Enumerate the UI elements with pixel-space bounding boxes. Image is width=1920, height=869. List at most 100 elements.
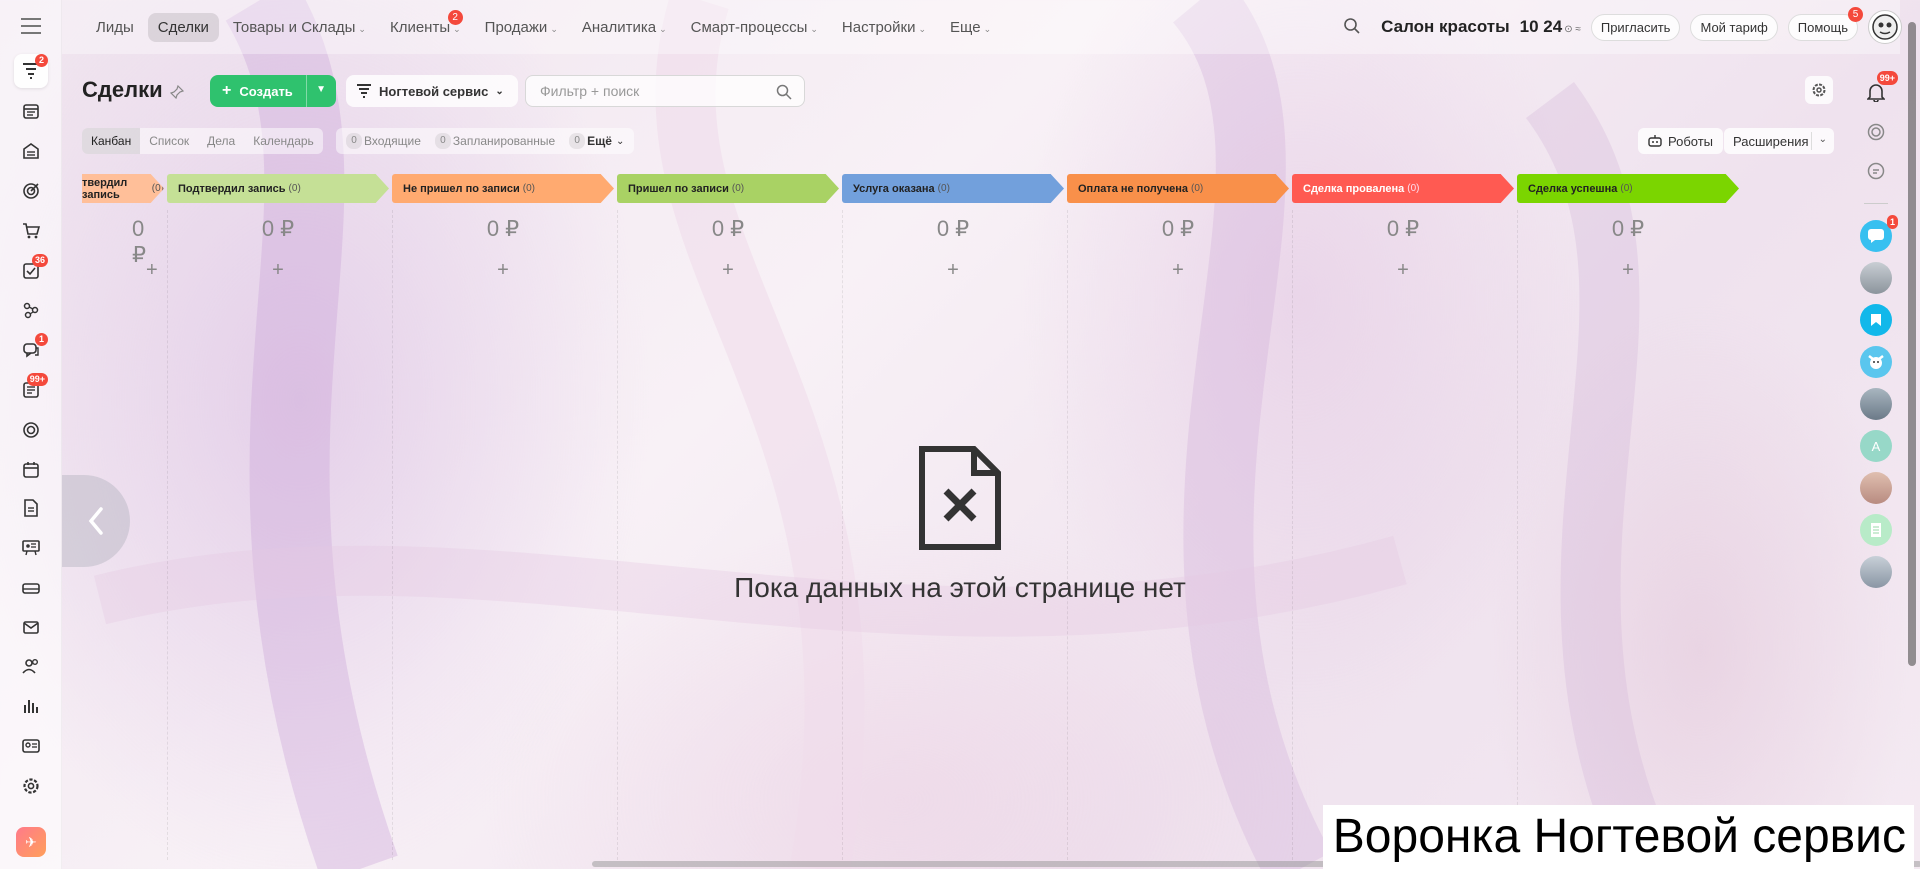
sidebar-item-drive[interactable] bbox=[14, 571, 48, 605]
target-icon bbox=[23, 183, 39, 199]
counter-item[interactable]: 0 Запланированные bbox=[434, 133, 565, 149]
robots-label: Роботы bbox=[1668, 133, 1714, 149]
contact-avatar[interactable]: A bbox=[1860, 430, 1892, 462]
company-name[interactable]: Салон красоты bbox=[1381, 17, 1510, 37]
nav-item-4[interactable]: Продажи ⌄ bbox=[475, 13, 568, 42]
chevron-down-icon: ⌄ bbox=[453, 23, 461, 34]
add-deal-button[interactable]: + bbox=[842, 259, 1064, 282]
notifications-bell-icon[interactable]: 99+ bbox=[1860, 71, 1898, 108]
search-icon[interactable] bbox=[1343, 17, 1361, 38]
sidebar-item-document[interactable] bbox=[14, 491, 48, 525]
presentation-icon bbox=[22, 540, 40, 556]
add-deal-button[interactable]: + bbox=[617, 259, 839, 282]
nav-item-8[interactable]: Еще ⌄ bbox=[940, 13, 1001, 42]
nav-item-5[interactable]: Аналитика ⌄ bbox=[572, 13, 677, 42]
sidebar-item-presentation[interactable] bbox=[14, 531, 48, 565]
robots-button[interactable]: Роботы bbox=[1638, 128, 1724, 154]
sidebar-item-id-card[interactable] bbox=[14, 729, 48, 763]
stage-header[interactable]: твердил запись (0) bbox=[82, 174, 164, 203]
my-tariff-button[interactable]: Мой тариф bbox=[1690, 13, 1778, 41]
counter-value: 0 bbox=[346, 133, 362, 149]
sidebar-item-gear[interactable] bbox=[14, 769, 48, 803]
help-button[interactable]: Помощь 5 bbox=[1787, 6, 1863, 41]
sidebar-item-tasks[interactable]: 36 bbox=[14, 254, 48, 288]
add-deal-button[interactable]: + bbox=[1517, 259, 1739, 282]
stage-header[interactable]: Пришел по записи (0) bbox=[617, 174, 839, 203]
search-icon[interactable] bbox=[776, 84, 792, 100]
stage-sum: 0 ₽ bbox=[1386, 216, 1420, 241]
contact-avatar[interactable] bbox=[1860, 388, 1892, 420]
sidebar-item-cart[interactable] bbox=[14, 214, 48, 248]
extensions-button[interactable]: Расширения ⌄ bbox=[1724, 128, 1834, 154]
chevron-down-icon[interactable]: ▼ bbox=[316, 84, 326, 95]
contact-avatar[interactable] bbox=[1860, 472, 1892, 504]
sidebar-badge: 1 bbox=[35, 333, 48, 346]
counter-value: 0 bbox=[569, 133, 586, 149]
add-deal-button[interactable]: + bbox=[167, 259, 389, 282]
sidebar-item-funnel[interactable]: 2 bbox=[14, 54, 48, 88]
funnel-icon bbox=[357, 84, 371, 98]
chevron-down-icon: ⌄ bbox=[810, 23, 818, 34]
sidebar-item-lifebuoy[interactable] bbox=[14, 413, 48, 447]
sidebar-item-calendar[interactable] bbox=[14, 453, 48, 487]
stage-header[interactable]: Сделка успешна (0) bbox=[1517, 174, 1739, 203]
chevron-down-icon[interactable]: ⌄ bbox=[1819, 134, 1827, 145]
pin-icon[interactable] bbox=[170, 85, 184, 99]
counter-item[interactable]: 0 Ещё ⌄ bbox=[569, 133, 624, 149]
extensions-label: Расширения bbox=[1733, 133, 1809, 149]
sidebar-item-contacts[interactable] bbox=[14, 649, 48, 683]
nav-item-7[interactable]: Настройки ⌄ bbox=[832, 13, 936, 42]
stage-header[interactable]: Подтвердил запись (0) bbox=[167, 174, 389, 203]
sidebar-item-chat[interactable]: 1 bbox=[14, 333, 48, 367]
stage-header[interactable]: Услуга оказана (0) bbox=[842, 174, 1064, 203]
add-deal-button[interactable]: + bbox=[1292, 259, 1514, 282]
invite-button[interactable]: Пригласить bbox=[1590, 13, 1681, 41]
nav-item-2[interactable]: Товары и Склады ⌄ bbox=[223, 13, 376, 42]
nav-item-1[interactable]: Сделки bbox=[147, 12, 219, 42]
add-deal-button[interactable]: + bbox=[82, 259, 164, 282]
create-button[interactable]: + Создать ▼ bbox=[210, 75, 336, 107]
kanban-stage: Сделка успешна (0) 0 ₽ + bbox=[1517, 174, 1739, 864]
open-chat-icon[interactable]: 1 bbox=[1860, 215, 1898, 252]
menu-burger-icon[interactable] bbox=[21, 18, 41, 34]
kanban-settings-button[interactable] bbox=[1805, 76, 1833, 104]
stage-header[interactable]: Сделка провалена (0) bbox=[1292, 174, 1514, 203]
document-icon[interactable] bbox=[1860, 514, 1892, 546]
sidebar-item-calendar-list[interactable] bbox=[14, 94, 48, 128]
nav-item-6[interactable]: Смарт-процессы ⌄ bbox=[681, 13, 828, 42]
rocket-icon[interactable]: ✈ bbox=[16, 827, 46, 857]
sidebar-item-feed[interactable]: 99+ bbox=[14, 373, 48, 407]
nav-item-label: Клиенты bbox=[389, 18, 451, 36]
stage-header[interactable]: Оплата не получена (0) bbox=[1067, 174, 1289, 203]
stage-name: Не пришел по записи bbox=[403, 182, 520, 195]
contact-avatar[interactable] bbox=[1860, 262, 1892, 294]
sidebar-item-mail[interactable] bbox=[14, 610, 48, 644]
nav-item-3[interactable]: Клиенты ⌄ 2 bbox=[380, 9, 471, 42]
bookmark-icon[interactable] bbox=[1860, 304, 1892, 336]
sidebar-item-warehouse[interactable] bbox=[14, 134, 48, 168]
counter-item[interactable]: 0 Входящие bbox=[346, 133, 431, 149]
clock-time[interactable]: 10 24 bbox=[1520, 17, 1563, 37]
chevron-down-icon: ⌄ bbox=[659, 23, 667, 34]
sidebar-item-target[interactable] bbox=[14, 174, 48, 208]
vertical-scrollbar[interactable] bbox=[1908, 22, 1916, 666]
stage-header[interactable]: Не пришел по записи (0) bbox=[392, 174, 614, 203]
view-tab[interactable]: Список bbox=[140, 128, 198, 154]
view-tab[interactable]: Дела bbox=[198, 128, 244, 154]
add-deal-button[interactable]: + bbox=[392, 259, 614, 282]
clock-settings-icon[interactable]: ⊙ ≈ bbox=[1564, 24, 1581, 35]
filter-search-input[interactable]: Фильтр + поиск bbox=[525, 75, 805, 107]
nav-item-0[interactable]: Лиды bbox=[86, 13, 144, 42]
search-chat-icon[interactable] bbox=[1860, 155, 1892, 187]
add-deal-button[interactable]: + bbox=[1067, 259, 1289, 282]
sidebar-item-analytics[interactable] bbox=[14, 689, 48, 723]
stage-sum: 0 ₽ bbox=[261, 216, 295, 241]
copilot-icon[interactable] bbox=[1860, 116, 1892, 148]
funnel-selector[interactable]: Ногтевой сервис ⌄ bbox=[346, 75, 518, 107]
contact-avatar[interactable] bbox=[1860, 556, 1892, 588]
left-sidebar: 2 36 1 99+ ✈ bbox=[0, 0, 62, 869]
contact-avatar[interactable] bbox=[1860, 346, 1892, 378]
view-tab[interactable]: Календарь bbox=[244, 128, 323, 154]
view-tab[interactable]: Канбан bbox=[82, 128, 141, 154]
sidebar-item-nodes[interactable] bbox=[14, 293, 48, 327]
